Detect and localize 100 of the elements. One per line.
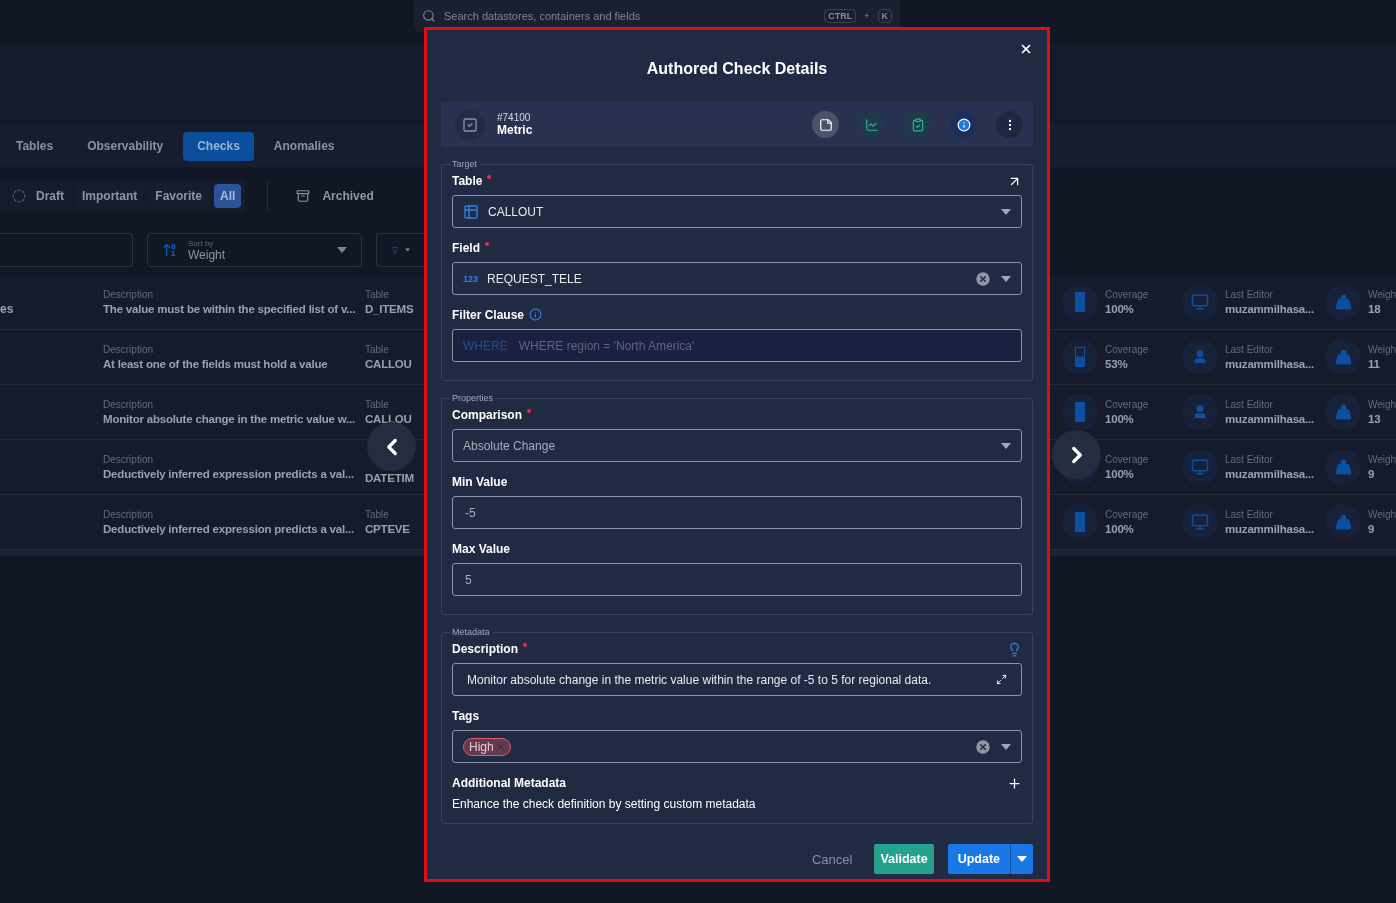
column-label: Weigh <box>1368 344 1396 355</box>
select-field[interactable]: Absolute Change <box>452 429 1022 462</box>
coverage-value: 100% <box>1105 303 1135 315</box>
field-label: Comparison <box>452 408 522 422</box>
weight-value: 9 <box>1368 468 1376 480</box>
section-legend: Metadata <box>450 627 492 637</box>
caret-icon <box>337 247 347 253</box>
field-label: Max Value <box>452 542 511 556</box>
dialog-title: Authored Check Details <box>645 60 829 79</box>
sort-icon <box>162 242 178 258</box>
helper-text: Enhance the check definition by setting custom metadata <box>452 797 757 811</box>
coverage-value: 100% <box>1105 413 1135 425</box>
column-label: Coverage <box>1105 454 1150 465</box>
number-input[interactable]: 5 <box>463 571 1011 588</box>
archive-icon <box>296 189 311 203</box>
column-label: Last Editor <box>1225 344 1274 355</box>
column-label: Last Editor <box>1225 399 1274 410</box>
column-label: Table <box>365 399 390 410</box>
nav-tab[interactable]: Checks <box>183 131 254 161</box>
weight-icon <box>1334 293 1352 311</box>
filter-chip[interactable]: All <box>214 184 242 208</box>
number-field[interactable]: -5 <box>452 496 1022 529</box>
weight-value: 18 <box>1368 303 1382 315</box>
archived-button[interactable]: Archived <box>290 188 380 204</box>
column-label: Weigh <box>1368 399 1396 410</box>
select-field[interactable]: CALLOUT <box>452 195 1022 228</box>
search-input[interactable] <box>0 233 133 267</box>
section-legend: Properties <box>450 393 496 403</box>
column-label: Last Editor <box>1225 454 1274 465</box>
check-name: es <box>0 302 14 316</box>
validate-button[interactable]: Validate <box>874 844 934 874</box>
coverage-icon <box>1075 512 1085 532</box>
nav-tab[interactable]: Anomalies <box>259 131 349 161</box>
info-icon[interactable] <box>529 308 543 321</box>
filter-chip[interactable]: Draft <box>6 184 70 208</box>
clipboard-check-icon <box>910 117 925 132</box>
coverage-value: 53% <box>1105 358 1129 370</box>
table-name: CPTEVE <box>365 523 411 535</box>
select-field[interactable]: 123 REQUEST_TELE <box>452 262 1022 295</box>
column-label: Weigh <box>1368 289 1396 300</box>
check-type: Metric <box>497 123 534 137</box>
action-button[interactable] <box>950 111 977 138</box>
nav-tab[interactable]: Tables <box>2 131 68 161</box>
update-menu-button[interactable] <box>1010 844 1033 874</box>
clear-icon[interactable] <box>974 269 992 288</box>
filter-text-input[interactable]: WHERE region = 'North America' <box>516 337 1011 354</box>
dashed-circle-icon <box>12 189 26 203</box>
check-id: #74100 <box>497 112 532 123</box>
close-button[interactable] <box>1019 42 1033 56</box>
table-name: CALLOU <box>365 413 413 425</box>
clear-icon[interactable] <box>974 737 992 756</box>
add-icon[interactable] <box>1007 775 1022 791</box>
tag-chip[interactable]: High <box>463 737 511 756</box>
expand-icon[interactable] <box>996 674 1007 685</box>
editor-name: muzammilhasa... <box>1225 468 1316 480</box>
column-label: Description <box>103 399 155 410</box>
editor-name: muzammilhasa... <box>1225 413 1316 425</box>
monitor-icon <box>1191 458 1209 476</box>
type-label: 123 <box>463 273 479 284</box>
field-label: Description <box>452 642 518 656</box>
field-label: Field <box>452 241 480 255</box>
nav-tab[interactable]: Observability <box>73 131 178 161</box>
number-field[interactable]: 5 <box>452 563 1022 596</box>
column-label: Last Editor <box>1225 509 1274 520</box>
coverage-value: 100% <box>1105 468 1135 480</box>
caret-icon <box>1001 743 1011 750</box>
table-name: CALLOU <box>365 358 413 370</box>
number-input[interactable]: -5 <box>463 504 1011 521</box>
action-button[interactable] <box>812 111 839 138</box>
column-label: Table <box>365 344 390 355</box>
weight-icon <box>1334 458 1352 476</box>
lightbulb-icon[interactable] <box>1007 641 1022 657</box>
editor-name: muzammilhasa... <box>1225 523 1316 535</box>
table-name: DATETIM <box>365 472 415 484</box>
coverage-icon <box>1075 292 1085 312</box>
person-icon <box>1192 349 1208 365</box>
checkbox-icon <box>462 116 478 133</box>
line-chart-icon <box>864 117 879 132</box>
column-label: Description <box>103 344 155 355</box>
search-placeholder: Search datastores, containers and fields <box>444 10 642 22</box>
description-text: Deductively inferred expression predicts a val... <box>103 468 355 480</box>
column-label: Weigh <box>1368 454 1396 465</box>
update-button[interactable]: Update <box>947 844 1010 874</box>
column-label: Weigh <box>1368 509 1396 520</box>
cancel-button[interactable]: Cancel <box>803 851 861 867</box>
weight-icon <box>1334 403 1352 421</box>
description-input[interactable]: Monitor absolute change in the metric value within the range of -5 to 5 for regional data. <box>452 663 1022 696</box>
weight-icon <box>1334 513 1352 531</box>
column-label: Table <box>365 289 390 300</box>
table-name: D_ITEMS <box>365 303 415 315</box>
tags-select[interactable]: High <box>452 730 1022 763</box>
search-icon <box>422 9 436 23</box>
field-label: Tags <box>452 709 480 723</box>
column-label: Description <box>103 454 155 465</box>
caret-icon <box>404 247 410 253</box>
sort-select[interactable]: Sort by Weight <box>147 233 362 267</box>
editor-name: muzammilhasa... <box>1225 358 1316 370</box>
coverage-value: 100% <box>1105 523 1135 535</box>
weight-value: 9 <box>1368 523 1376 535</box>
description-text: Deductively inferred expression predicts a val... <box>103 523 355 535</box>
